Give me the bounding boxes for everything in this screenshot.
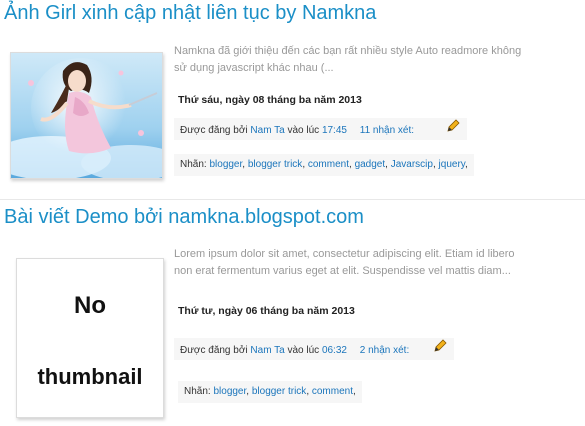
post-labels-2: Nhãn: blogger, blogger trick, comment, (178, 381, 362, 403)
summary-line: sử dụng javascript khác nhau (... (174, 62, 334, 74)
edit-pencil-icon[interactable] (432, 338, 448, 363)
post-date-2: Thứ tư, ngày 06 tháng ba năm 2013 (178, 305, 355, 317)
label-link[interactable]: comment (312, 386, 353, 397)
author-link[interactable]: Nam Ta (250, 345, 284, 356)
post-summary-1: Namkna đã giới thiệu đến các bạn rất nhi… (174, 43, 574, 77)
girl-illustration-image (0, 53, 181, 181)
post-labels-1: Nhãn: blogger, blogger trick, comment, g… (174, 154, 474, 176)
post-summary-2: Lorem ipsum dolor sit amet, consectetur … (174, 246, 574, 280)
comments-link[interactable]: 2 nhận xét: (360, 345, 409, 356)
label-link[interactable]: comment (308, 159, 349, 170)
post-title-1[interactable]: Ảnh Girl xinh cập nhật liên tục by Namkn… (4, 2, 376, 25)
no-thumbnail-text: No (74, 292, 106, 319)
posted-by-label: Được đăng bởi (180, 345, 248, 357)
label-link[interactable]: blogger (209, 159, 242, 170)
author-link[interactable]: Nam Ta (250, 125, 284, 136)
edit-pencil-icon[interactable] (445, 118, 461, 143)
at-label: vào lúc (287, 345, 320, 357)
labels-prefix: Nhãn: (180, 159, 207, 170)
summary-line: non erat fermentum varius eget at elit. … (174, 265, 511, 277)
no-thumbnail-placeholder[interactable]: No thumbnail (16, 258, 164, 418)
summary-line: Namkna đã giới thiệu đến các bạn rất nhi… (174, 45, 522, 57)
label-link[interactable]: blogger (213, 386, 246, 397)
comments-link[interactable]: 11 nhận xét: (360, 125, 414, 136)
label-link[interactable]: jquery (439, 159, 466, 170)
post-divider (0, 199, 585, 200)
post-time-link[interactable]: 17:45 (322, 125, 347, 136)
post-time-link[interactable]: 06:32 (322, 345, 347, 356)
label-link[interactable]: gadget (355, 159, 386, 170)
label-link[interactable]: blogger trick (252, 386, 306, 397)
post-date-1: Thứ sáu, ngày 08 tháng ba năm 2013 (178, 94, 362, 106)
post-meta-2: Được đăng bởi Nam Ta vào lúc 06:32 2 nhậ… (174, 338, 455, 363)
label-link[interactable]: blogger trick (248, 159, 302, 170)
posted-by-label: Được đăng bởi (180, 125, 248, 137)
at-label: vào lúc (287, 125, 320, 137)
post-title-2[interactable]: Bài viết Demo bởi namkna.blogspot.com (4, 206, 364, 229)
label-link[interactable]: Javarscip (391, 159, 433, 170)
post-thumbnail-1[interactable] (0, 52, 181, 181)
summary-line: Lorem ipsum dolor sit amet, consectetur … (174, 248, 515, 260)
labels-prefix: Nhãn: (184, 386, 211, 397)
post-meta-1: Được đăng bởi Nam Ta vào lúc 17:45 11 nh… (174, 118, 467, 140)
no-thumbnail-text: thumbnail (37, 364, 143, 389)
